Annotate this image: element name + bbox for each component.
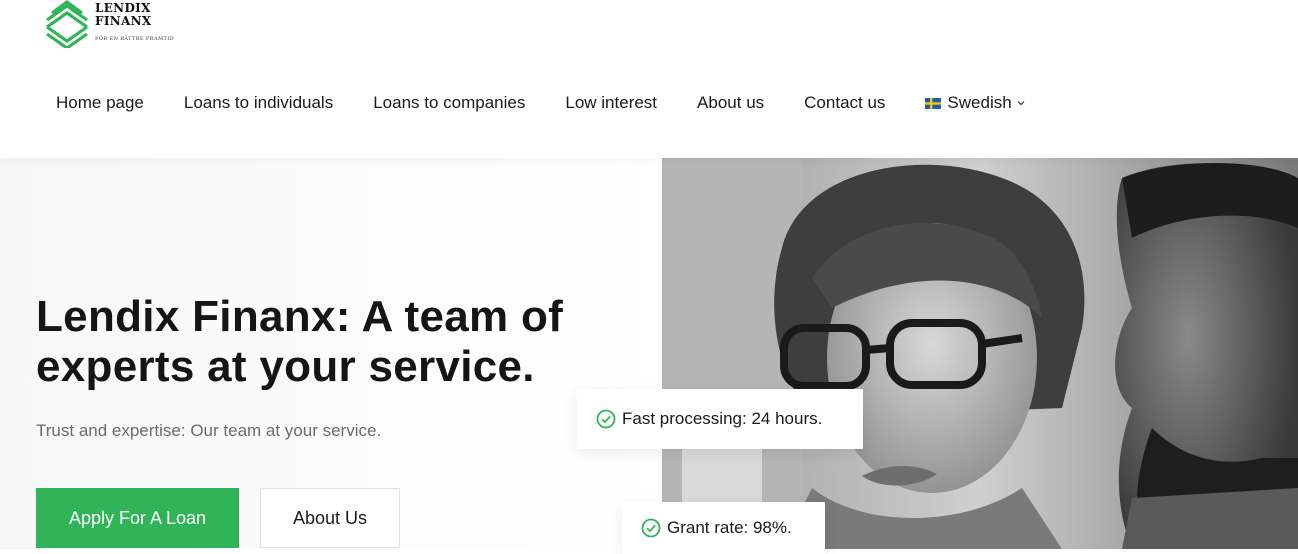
about-us-button[interactable]: About Us — [260, 488, 400, 548]
main-nav: Home page Loans to individuals Loans to … — [36, 86, 1026, 120]
badge-text: Fast processing: 24 hours. — [622, 409, 823, 428]
hero-photo — [662, 158, 1298, 549]
nav-contact-us[interactable]: Contact us — [784, 93, 905, 113]
nav-about-us[interactable]: About us — [677, 93, 784, 113]
language-label: Swedish — [947, 93, 1012, 112]
check-circle-icon — [596, 409, 616, 429]
logo-text: LENDIX FINANX FÖR EN BÄTTRE FRAMTID — [95, 2, 174, 43]
logo-tagline: FÖR EN BÄTTRE FRAMTID — [95, 36, 174, 42]
logo-name-line2: FINANX — [95, 14, 152, 28]
nav-loans-individuals[interactable]: Loans to individuals — [164, 93, 353, 113]
grant-rate-badge: Grant rate: 98%. — [622, 502, 825, 554]
fast-processing-badge: Fast processing: 24 hours. — [577, 389, 863, 449]
team-photo-image — [662, 158, 1298, 549]
site-header: LENDIX FINANX FÖR EN BÄTTRE FRAMTID Home… — [0, 0, 1298, 158]
hero-title-line1: Lendix Finanx: A team of — [36, 292, 564, 341]
hero-title: Lendix Finanx: A team of experts at your… — [36, 292, 596, 392]
check-circle-icon — [641, 518, 661, 538]
site-logo[interactable]: LENDIX FINANX FÖR EN BÄTTRE FRAMTID — [44, 0, 194, 50]
nav-loans-companies[interactable]: Loans to companies — [353, 93, 545, 113]
language-selector[interactable]: Swedish — [905, 93, 1025, 113]
apply-for-loan-button[interactable]: Apply For A Loan — [36, 488, 239, 548]
nav-low-interest[interactable]: Low interest — [545, 93, 677, 113]
chevron-down-icon — [1017, 101, 1025, 106]
sweden-flag-icon — [925, 97, 942, 109]
nav-home-page[interactable]: Home page — [36, 93, 164, 113]
badge-text: Grant rate: 98%. — [667, 518, 792, 537]
logo-mark-icon — [46, 0, 88, 48]
hero-title-line2: experts at your service. — [36, 342, 535, 391]
hero-subtitle: Trust and expertise: Our team at your se… — [36, 421, 382, 440]
